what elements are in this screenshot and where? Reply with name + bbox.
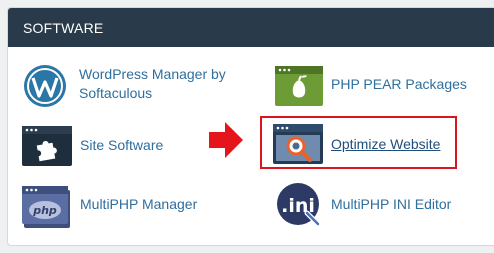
puzzle-icon	[22, 126, 72, 171]
optimize-website-item[interactable]: Optimize Website	[273, 124, 453, 164]
site-software-label: Site Software	[80, 137, 164, 153]
wordpress-icon	[22, 63, 68, 114]
multiphp-manager-label: MultiPHP Manager	[80, 196, 198, 212]
multiphp-ini-editor-item[interactable]: .ini MultiPHP INI Editor	[276, 182, 476, 230]
multiphp-ini-editor-label: MultiPHP INI Editor	[331, 196, 452, 212]
php-icon: php	[22, 186, 72, 235]
panel-header: SOFTWARE	[8, 8, 494, 47]
pear-icon	[275, 66, 323, 111]
arrow-right-icon	[209, 122, 243, 163]
wordpress-manager-label-line1: WordPress Manager by	[79, 66, 226, 82]
ini-icon: .ini	[276, 182, 324, 235]
wordpress-manager-label-line2: Softaculous	[79, 85, 153, 101]
multiphp-manager-item[interactable]: php MultiPHP Manager	[22, 186, 222, 230]
php-pear-packages-label: PHP PEAR Packages	[331, 76, 467, 92]
wordpress-manager-item[interactable]: WordPress Manager by Softaculous	[22, 63, 242, 113]
optimize-magnifier-icon	[273, 124, 323, 169]
php-pear-packages-item[interactable]: PHP PEAR Packages	[275, 66, 475, 106]
svg-text:php: php	[32, 204, 57, 217]
optimize-website-label: Optimize Website	[331, 136, 441, 152]
site-software-item[interactable]: Site Software	[22, 126, 202, 166]
